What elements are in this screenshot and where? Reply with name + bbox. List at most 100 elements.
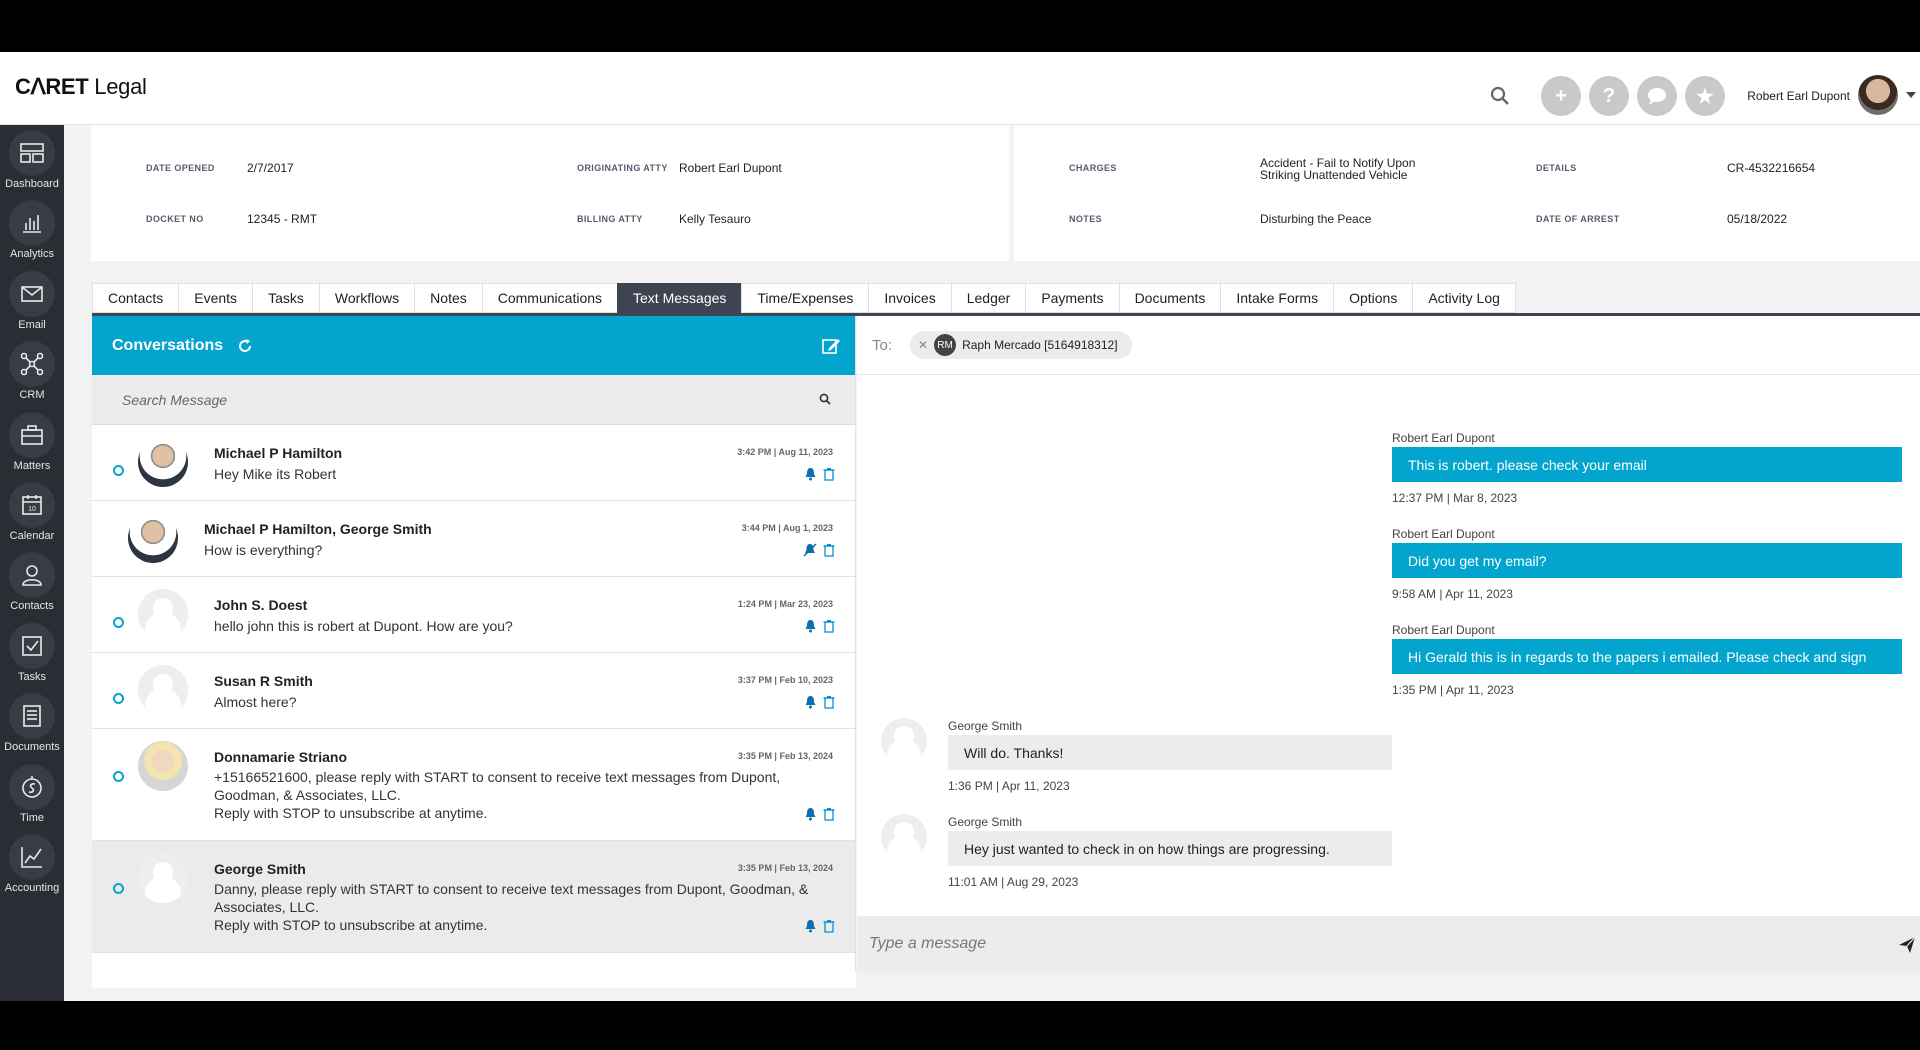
conversation-item[interactable]: Donnamarie Striano 3:35 PM | Feb 13, 202… (92, 729, 855, 841)
sidebar-item-dashboard[interactable]: Dashboard (0, 125, 64, 195)
avatar (138, 437, 188, 487)
close-icon[interactable]: ✕ (918, 338, 928, 352)
sidebar-item-label: Tasks (17, 670, 47, 683)
sidebar-nav: Dashboard Analytics Email CRM Matters 10… (0, 125, 64, 1001)
recipient-chip[interactable]: ✕ RM Raph Mercado [5164918312] (910, 331, 1132, 359)
bell-muted-icon[interactable] (803, 543, 817, 557)
search-message-field[interactable]: Search Message (92, 375, 855, 425)
send-icon[interactable] (1898, 936, 1916, 959)
tab-notes[interactable]: Notes (414, 283, 482, 313)
user-avatar[interactable] (1858, 75, 1898, 115)
message-time: 1:36 PM | Apr 11, 2023 (948, 779, 1070, 793)
search-icon[interactable] (819, 392, 831, 408)
conversation-item[interactable]: John S. Doest 1:24 PM | Mar 23, 2023 hel… (92, 577, 855, 653)
date-of-arrest-label: DATE OF ARREST (1536, 214, 1620, 224)
conversation-item[interactable]: Susan R Smith 3:37 PM | Feb 10, 2023 Alm… (92, 653, 855, 729)
trash-icon[interactable] (823, 543, 835, 557)
tab-time-expenses[interactable]: Time/Expenses (741, 283, 869, 313)
conversation-preview: hello john this is robert at Dupont. How… (214, 618, 513, 634)
sidebar-item-email[interactable]: Email (0, 266, 64, 336)
bell-icon[interactable] (804, 919, 817, 933)
billing-atty-label: BILLING ATTY (577, 214, 643, 224)
user-name[interactable]: Robert Earl Dupont (1747, 89, 1850, 103)
conversation-time: 3:44 PM | Aug 1, 2023 (741, 523, 833, 533)
chevron-down-icon[interactable] (1906, 92, 1916, 98)
avatar (138, 665, 188, 715)
tab-invoices[interactable]: Invoices (868, 283, 951, 313)
unread-indicator (113, 883, 124, 894)
notes-label: NOTES (1069, 214, 1103, 224)
conversation-item-selected[interactable]: George Smith 3:35 PM | Feb 13, 2024 Dann… (92, 841, 855, 953)
app-window: CᐱRET Legal + ? ★ Robert Earl Dupont Das… (0, 52, 1920, 1001)
charges-value-line2: Striking Unattended Vehicle (1260, 168, 1408, 182)
conversation-item[interactable]: Michael P Hamilton 3:42 PM | Aug 11, 202… (92, 425, 855, 501)
sidebar-item-label: Dashboard (5, 178, 59, 190)
search-icon[interactable] (1487, 83, 1513, 109)
calendar-icon: 10 (9, 481, 55, 528)
bell-icon[interactable] (804, 619, 817, 633)
tab-options[interactable]: Options (1333, 283, 1413, 313)
tab-workflows[interactable]: Workflows (318, 283, 415, 313)
tab-text-messages[interactable]: Text Messages (617, 283, 742, 313)
conversation-time: 3:37 PM | Feb 10, 2023 (737, 675, 833, 685)
conversation-preview-line3: Reply with STOP to unsubscribe at anytim… (214, 805, 488, 821)
message-sender: Robert Earl Dupont (1392, 527, 1495, 541)
conversation-preview: Hey Mike its Robert (214, 466, 337, 482)
conversation-preview-line1: Danny, please reply with START to consen… (214, 881, 809, 897)
matter-info-left: DATE OPENED 2/7/2017 ORIGINATING ATTY Ro… (91, 125, 1009, 261)
bell-icon[interactable] (804, 467, 817, 481)
message-input[interactable]: Type a message (869, 935, 986, 953)
sidebar-item-contacts[interactable]: Contacts (0, 547, 64, 617)
search-input[interactable]: Search Message (122, 392, 227, 408)
conversation-time: 3:42 PM | Aug 11, 2023 (737, 447, 833, 457)
tab-activity-log[interactable]: Activity Log (1412, 283, 1516, 313)
avatar (881, 718, 927, 764)
sidebar-item-analytics[interactable]: Analytics (0, 195, 64, 265)
conversations-panel: Conversations Search Message Michael P H… (92, 316, 856, 972)
chat-icon[interactable] (1637, 76, 1677, 116)
sidebar-item-time[interactable]: Time (0, 759, 64, 829)
date-opened-value: 2/7/2017 (247, 161, 294, 175)
recipient-initials: RM (934, 334, 957, 356)
dashboard-icon (9, 130, 55, 176)
tab-tasks[interactable]: Tasks (252, 283, 319, 313)
help-icon[interactable]: ? (1589, 76, 1629, 116)
sidebar-item-crm[interactable]: CRM (0, 336, 64, 406)
sidebar-item-calendar[interactable]: 10 Calendar (0, 477, 64, 547)
tab-documents[interactable]: Documents (1118, 283, 1221, 313)
bell-icon[interactable] (804, 695, 817, 709)
email-icon (9, 270, 55, 317)
trash-icon[interactable] (823, 919, 835, 933)
sidebar-item-tasks[interactable]: Tasks (0, 618, 64, 688)
conversation-item[interactable]: Michael P Hamilton, George Smith 3:44 PM… (92, 501, 855, 577)
trash-icon[interactable] (823, 619, 835, 633)
new-message-icon[interactable] (821, 336, 841, 361)
tab-payments[interactable]: Payments (1025, 283, 1119, 313)
add-icon[interactable]: + (1541, 76, 1581, 116)
trash-icon[interactable] (823, 695, 835, 709)
tab-intake-forms[interactable]: Intake Forms (1220, 283, 1334, 313)
tab-contacts[interactable]: Contacts (92, 283, 179, 313)
message-compose-field[interactable]: Type a message (857, 916, 1920, 972)
screen-bottom-border (0, 1001, 1920, 1050)
star-icon[interactable]: ★ (1685, 76, 1725, 116)
conversations-title: Conversations (112, 336, 224, 354)
message-time: 11:01 AM | Aug 29, 2023 (948, 875, 1079, 889)
trash-icon[interactable] (823, 467, 835, 481)
conversation-preview-line2: Associates, LLC. (214, 899, 320, 915)
bell-icon[interactable] (804, 807, 817, 821)
trash-icon[interactable] (823, 807, 835, 821)
chat-panel: To: ✕ RM Raph Mercado [5164918312] Rober… (857, 316, 1920, 972)
sidebar-item-accounting[interactable]: Accounting (0, 829, 64, 899)
sidebar-item-matters[interactable]: Matters (0, 407, 64, 477)
tab-communications[interactable]: Communications (481, 283, 618, 313)
tab-ledger[interactable]: Ledger (950, 283, 1026, 313)
tab-events[interactable]: Events (178, 283, 253, 313)
logo-prefix: CᐱRET (15, 74, 89, 99)
sidebar-item-documents[interactable]: Documents (0, 688, 64, 758)
conversation-name: George Smith (214, 861, 306, 877)
details-value: CR-4532216654 (1727, 161, 1816, 175)
refresh-icon[interactable] (237, 338, 253, 354)
date-opened-label: DATE OPENED (146, 163, 215, 173)
app-logo[interactable]: CᐱRET Legal (15, 74, 147, 100)
